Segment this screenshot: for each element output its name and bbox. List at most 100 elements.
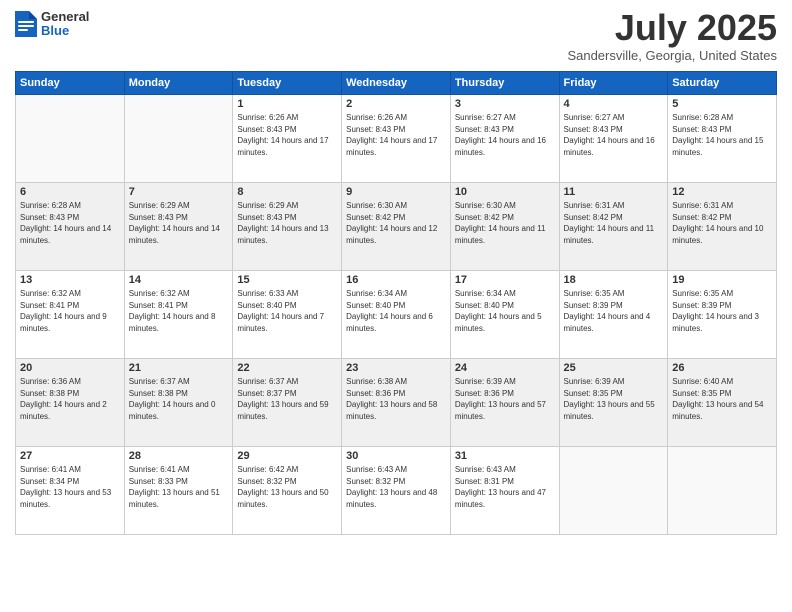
day-number: 22 xyxy=(237,362,337,374)
day-number: 24 xyxy=(455,362,555,374)
calendar-cell: 15 Sunrise: 6:33 AM Sunset: 8:40 PM Dayli… xyxy=(233,271,342,359)
day-number: 14 xyxy=(129,274,229,286)
day-info: Sunrise: 6:35 AM Sunset: 8:39 PM Dayligh… xyxy=(564,288,664,334)
day-info: Sunrise: 6:30 AM Sunset: 8:42 PM Dayligh… xyxy=(346,200,446,246)
calendar-cell: 28 Sunrise: 6:41 AM Sunset: 8:33 PM Dayli… xyxy=(124,447,233,535)
calendar-cell: 18 Sunrise: 6:35 AM Sunset: 8:39 PM Dayli… xyxy=(559,271,668,359)
calendar-cell: 6Sunrise: 6:28 AM Sunset: 8:43 PM Daylig… xyxy=(16,183,125,271)
day-number: 8 xyxy=(237,186,337,198)
day-info: Sunrise: 6:39 AM Sunset: 8:35 PM Dayligh… xyxy=(564,376,664,422)
day-header-friday: Friday xyxy=(559,72,668,95)
day-number: 21 xyxy=(129,362,229,374)
day-info: Sunrise: 6:36 AM Sunset: 8:38 PM Dayligh… xyxy=(20,376,120,422)
day-info: Sunrise: 6:37 AM Sunset: 8:37 PM Dayligh… xyxy=(237,376,337,422)
day-info: Sunrise: 6:41 AM Sunset: 8:33 PM Dayligh… xyxy=(129,464,229,510)
calendar-cell xyxy=(559,447,668,535)
day-header-sunday: Sunday xyxy=(16,72,125,95)
header: General Blue July 2025 Sandersville, Geo… xyxy=(15,10,777,63)
logo: General Blue xyxy=(15,10,89,39)
calendar-cell: 30 Sunrise: 6:43 AM Sunset: 8:32 PM Dayli… xyxy=(342,447,451,535)
calendar-cell: 23 Sunrise: 6:38 AM Sunset: 8:36 PM Dayli… xyxy=(342,359,451,447)
day-number: 25 xyxy=(564,362,664,374)
week-row-5: 27 Sunrise: 6:41 AM Sunset: 8:34 PM Dayli… xyxy=(16,447,777,535)
day-info: Sunrise: 6:33 AM Sunset: 8:40 PM Dayligh… xyxy=(237,288,337,334)
day-header-saturday: Saturday xyxy=(668,72,777,95)
day-info: Sunrise: 6:26 AM Sunset: 8:43 PM Dayligh… xyxy=(237,112,337,158)
calendar-cell xyxy=(668,447,777,535)
calendar-header-row: SundayMondayTuesdayWednesdayThursdayFrid… xyxy=(16,72,777,95)
week-row-4: 20Sunrise: 6:36 AM Sunset: 8:38 PM Dayli… xyxy=(16,359,777,447)
day-number: 28 xyxy=(129,450,229,462)
day-info: Sunrise: 6:29 AM Sunset: 8:43 PM Dayligh… xyxy=(237,200,337,246)
day-info: Sunrise: 6:26 AM Sunset: 8:43 PM Dayligh… xyxy=(346,112,446,158)
calendar-cell: 1 Sunrise: 6:26 AM Sunset: 8:43 PM Daylig… xyxy=(233,95,342,183)
day-number: 1 xyxy=(237,98,337,110)
day-number: 23 xyxy=(346,362,446,374)
day-number: 4 xyxy=(564,98,664,110)
day-number: 27 xyxy=(20,450,120,462)
day-info: Sunrise: 6:43 AM Sunset: 8:31 PM Dayligh… xyxy=(455,464,555,510)
day-number: 5 xyxy=(672,98,772,110)
calendar-cell: 26 Sunrise: 6:40 AM Sunset: 8:35 PM Dayli… xyxy=(668,359,777,447)
day-info: Sunrise: 6:27 AM Sunset: 8:43 PM Dayligh… xyxy=(455,112,555,158)
day-number: 10 xyxy=(455,186,555,198)
day-info: Sunrise: 6:34 AM Sunset: 8:40 PM Dayligh… xyxy=(455,288,555,334)
calendar-cell: 25 Sunrise: 6:39 AM Sunset: 8:35 PM Dayli… xyxy=(559,359,668,447)
location: Sandersville, Georgia, United States xyxy=(567,48,777,63)
day-info: Sunrise: 6:31 AM Sunset: 8:42 PM Dayligh… xyxy=(564,200,664,246)
calendar-cell: 16 Sunrise: 6:34 AM Sunset: 8:40 PM Dayli… xyxy=(342,271,451,359)
calendar-cell: 22 Sunrise: 6:37 AM Sunset: 8:37 PM Dayli… xyxy=(233,359,342,447)
week-row-2: 6Sunrise: 6:28 AM Sunset: 8:43 PM Daylig… xyxy=(16,183,777,271)
day-number: 17 xyxy=(455,274,555,286)
week-row-1: 1 Sunrise: 6:26 AM Sunset: 8:43 PM Daylig… xyxy=(16,95,777,183)
day-info: Sunrise: 6:37 AM Sunset: 8:38 PM Dayligh… xyxy=(129,376,229,422)
day-number: 30 xyxy=(346,450,446,462)
week-row-3: 13Sunrise: 6:32 AM Sunset: 8:41 PM Dayli… xyxy=(16,271,777,359)
calendar: SundayMondayTuesdayWednesdayThursdayFrid… xyxy=(15,71,777,535)
calendar-cell: 31 Sunrise: 6:43 AM Sunset: 8:31 PM Dayli… xyxy=(450,447,559,535)
day-info: Sunrise: 6:27 AM Sunset: 8:43 PM Dayligh… xyxy=(564,112,664,158)
calendar-cell: 17 Sunrise: 6:34 AM Sunset: 8:40 PM Dayli… xyxy=(450,271,559,359)
day-info: Sunrise: 6:31 AM Sunset: 8:42 PM Dayligh… xyxy=(672,200,772,246)
day-number: 2 xyxy=(346,98,446,110)
day-header-thursday: Thursday xyxy=(450,72,559,95)
title-block: July 2025 Sandersville, Georgia, United … xyxy=(567,10,777,63)
day-number: 16 xyxy=(346,274,446,286)
calendar-cell: 14 Sunrise: 6:32 AM Sunset: 8:41 PM Dayli… xyxy=(124,271,233,359)
day-header-tuesday: Tuesday xyxy=(233,72,342,95)
day-number: 18 xyxy=(564,274,664,286)
day-info: Sunrise: 6:40 AM Sunset: 8:35 PM Dayligh… xyxy=(672,376,772,422)
logo-general-text: General xyxy=(41,10,89,24)
calendar-cell: 21 Sunrise: 6:37 AM Sunset: 8:38 PM Dayli… xyxy=(124,359,233,447)
day-number: 9 xyxy=(346,186,446,198)
day-number: 31 xyxy=(455,450,555,462)
calendar-cell: 7 Sunrise: 6:29 AM Sunset: 8:43 PM Daylig… xyxy=(124,183,233,271)
day-info: Sunrise: 6:32 AM Sunset: 8:41 PM Dayligh… xyxy=(20,288,120,334)
calendar-cell: 9 Sunrise: 6:30 AM Sunset: 8:42 PM Daylig… xyxy=(342,183,451,271)
day-info: Sunrise: 6:43 AM Sunset: 8:32 PM Dayligh… xyxy=(346,464,446,510)
day-info: Sunrise: 6:28 AM Sunset: 8:43 PM Dayligh… xyxy=(20,200,120,246)
day-info: Sunrise: 6:34 AM Sunset: 8:40 PM Dayligh… xyxy=(346,288,446,334)
calendar-cell: 10Sunrise: 6:30 AM Sunset: 8:42 PM Dayli… xyxy=(450,183,559,271)
day-info: Sunrise: 6:38 AM Sunset: 8:36 PM Dayligh… xyxy=(346,376,446,422)
day-number: 26 xyxy=(672,362,772,374)
day-number: 19 xyxy=(672,274,772,286)
day-info: Sunrise: 6:42 AM Sunset: 8:32 PM Dayligh… xyxy=(237,464,337,510)
day-info: Sunrise: 6:32 AM Sunset: 8:41 PM Dayligh… xyxy=(129,288,229,334)
calendar-cell: 3 Sunrise: 6:27 AM Sunset: 8:43 PM Daylig… xyxy=(450,95,559,183)
day-number: 29 xyxy=(237,450,337,462)
day-info: Sunrise: 6:28 AM Sunset: 8:43 PM Dayligh… xyxy=(672,112,772,158)
day-info: Sunrise: 6:29 AM Sunset: 8:43 PM Dayligh… xyxy=(129,200,229,246)
day-number: 3 xyxy=(455,98,555,110)
day-number: 11 xyxy=(564,186,664,198)
day-info: Sunrise: 6:39 AM Sunset: 8:36 PM Dayligh… xyxy=(455,376,555,422)
day-number: 7 xyxy=(129,186,229,198)
calendar-cell: 27 Sunrise: 6:41 AM Sunset: 8:34 PM Dayli… xyxy=(16,447,125,535)
day-number: 15 xyxy=(237,274,337,286)
calendar-cell: 13Sunrise: 6:32 AM Sunset: 8:41 PM Dayli… xyxy=(16,271,125,359)
day-info: Sunrise: 6:41 AM Sunset: 8:34 PM Dayligh… xyxy=(20,464,120,510)
calendar-cell: 8 Sunrise: 6:29 AM Sunset: 8:43 PM Daylig… xyxy=(233,183,342,271)
calendar-cell: 29 Sunrise: 6:42 AM Sunset: 8:32 PM Dayli… xyxy=(233,447,342,535)
day-number: 12 xyxy=(672,186,772,198)
calendar-cell: 11 Sunrise: 6:31 AM Sunset: 8:42 PM Dayli… xyxy=(559,183,668,271)
